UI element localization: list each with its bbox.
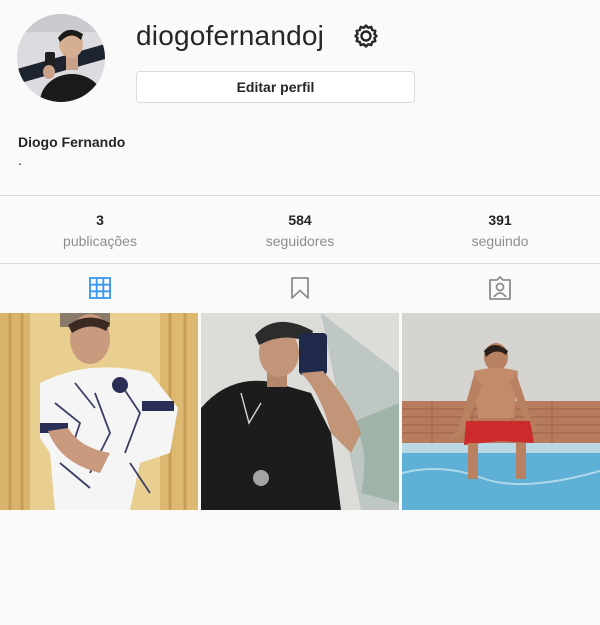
stat-posts-label: publicações (63, 233, 137, 249)
post-thumbnail[interactable] (402, 313, 600, 510)
tab-tagged[interactable] (400, 264, 600, 312)
profile-tabs (0, 264, 600, 312)
edit-profile-button[interactable]: Editar perfil (136, 71, 415, 103)
stat-following[interactable]: 391 seguindo (400, 196, 600, 263)
avatar[interactable] (17, 14, 105, 102)
post-photo (402, 313, 600, 510)
avatar-photo (17, 14, 105, 102)
post-thumbnail[interactable] (201, 313, 399, 510)
post-thumbnail[interactable] (0, 313, 198, 510)
tab-posts[interactable] (0, 264, 200, 312)
grid-icon (89, 277, 111, 299)
settings-icon[interactable] (352, 22, 380, 50)
post-photo (0, 313, 198, 510)
bookmark-icon (291, 277, 309, 299)
tab-saved[interactable] (200, 264, 400, 312)
stat-posts[interactable]: 3 publicações (0, 196, 200, 263)
full-name: Diogo Fernando (18, 134, 126, 150)
stat-followers-value: 584 (288, 212, 312, 228)
username: diogofernandoj (136, 20, 325, 51)
post-photo (201, 313, 399, 510)
stat-following-label: seguindo (471, 233, 529, 249)
stats-bar: 3 publicações 584 seguidores 391 seguind… (0, 196, 600, 263)
stat-following-value: 391 (488, 212, 512, 228)
tagged-icon (489, 276, 511, 300)
profile-header: diogofernandoj Editar perfil Diogo Ferna… (0, 0, 600, 195)
stat-followers[interactable]: 584 seguidores (200, 196, 400, 263)
stat-followers-label: seguidores (265, 233, 335, 249)
stat-posts-value: 3 (96, 212, 104, 228)
posts-grid (0, 313, 600, 510)
bio: . (18, 152, 22, 168)
